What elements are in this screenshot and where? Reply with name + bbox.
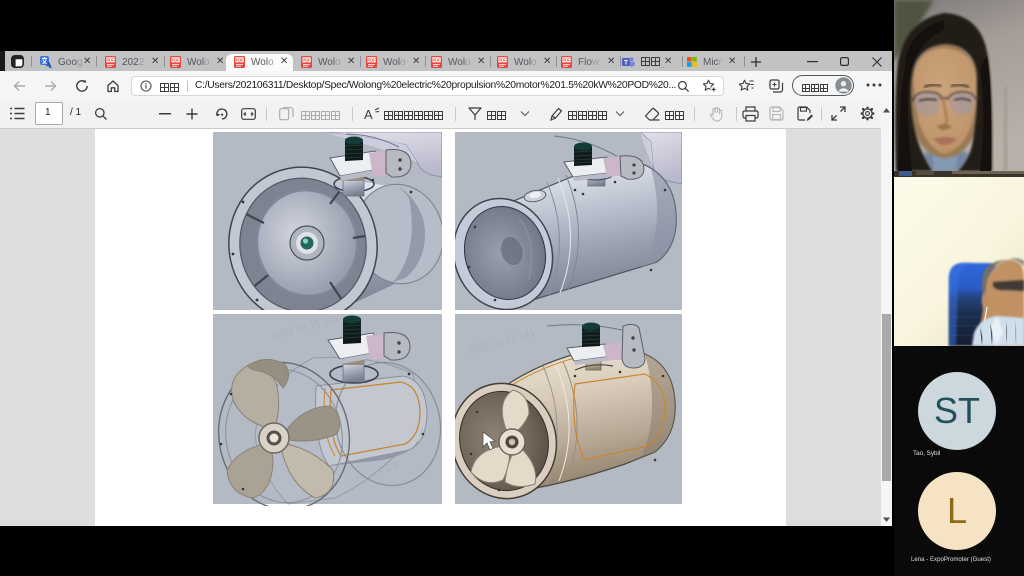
svg-text:A: A xyxy=(364,107,373,121)
svg-text:PDF: PDF xyxy=(235,58,244,63)
svg-text:T: T xyxy=(624,60,628,67)
svg-text:PDF: PDF xyxy=(498,58,507,63)
svg-text:PDF: PDF xyxy=(106,58,115,63)
svg-text:PDF: PDF xyxy=(367,58,376,63)
svg-text:PDF: PDF xyxy=(302,58,311,63)
svg-text:PDF: PDF xyxy=(432,58,441,63)
svg-text:PDF: PDF xyxy=(171,58,180,63)
svg-text:PDF: PDF xyxy=(562,58,571,63)
